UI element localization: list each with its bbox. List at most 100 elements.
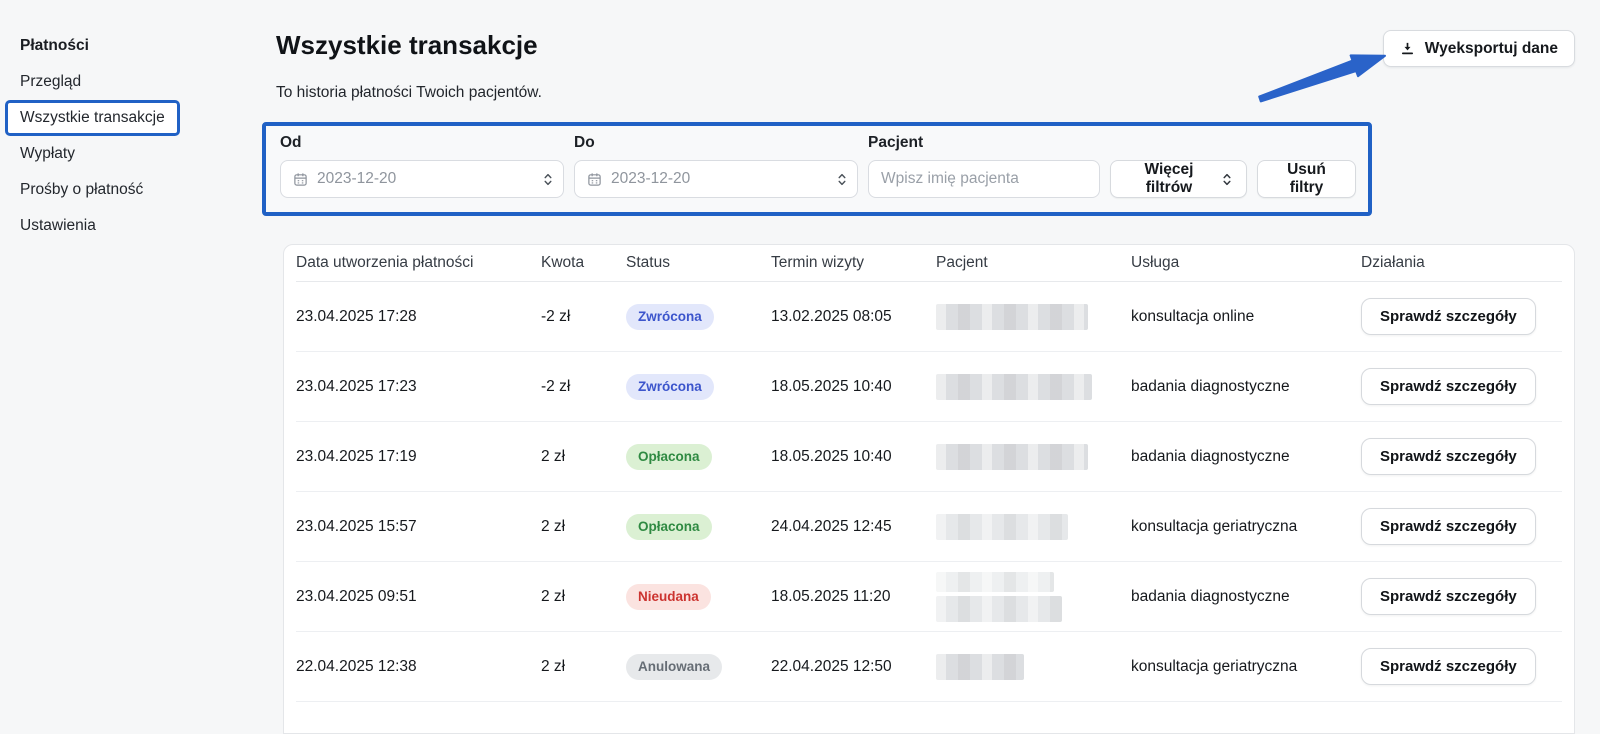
payment-created-cell: 23.04.2025 15:57: [296, 517, 417, 535]
visit-date-cell: 18.05.2025 11:20: [771, 587, 891, 605]
redacted-patient-name: [936, 303, 1088, 330]
redacted-patient-name: [936, 653, 1024, 680]
payment-created-cell: 23.04.2025 09:51: [296, 587, 417, 605]
status-badge: Zwrócona: [626, 373, 714, 400]
sidebar-active-highlight: Wszystkie transakcje: [5, 100, 180, 136]
table-row: 22.04.2025 12:38 2 zł Anulowana 22.04.20…: [296, 632, 1562, 702]
filter-group-od: Od 2023-12-20: [280, 134, 564, 198]
sidebar-item-wszystkie-transakcje[interactable]: Wszystkie transakcje: [0, 100, 262, 136]
visit-date-cell: 18.05.2025 10:40: [771, 447, 892, 465]
export-data-button[interactable]: Wyeksportuj dane: [1382, 30, 1575, 67]
redacted-patient-name: [936, 513, 1068, 540]
patient-redacted: [936, 443, 1131, 470]
service-cell: badania diagnostyczne: [1131, 447, 1290, 465]
details-button[interactable]: Sprawdź szczegóły: [1361, 508, 1536, 545]
export-data-label: Wyeksportuj dane: [1424, 39, 1558, 57]
service-cell: badania diagnostyczne: [1131, 377, 1290, 395]
redacted-patient-name: [936, 595, 1062, 622]
column-header-service: Usługa: [1131, 254, 1180, 271]
details-button[interactable]: Sprawdź szczegóły: [1361, 298, 1536, 335]
download-icon: [1400, 41, 1415, 56]
payment-created-cell: 23.04.2025 17:19: [296, 447, 417, 465]
filter-do-label: Do: [574, 134, 595, 151]
service-cell: konsultacja geriatryczna: [1131, 517, 1298, 535]
payment-created-cell: 22.04.2025 12:38: [296, 657, 417, 675]
clear-filters-label: Usuń filtry: [1287, 161, 1326, 196]
sidebar: Płatności Przegląd Wszystkie transakcje …: [0, 0, 262, 244]
table-row: 23.04.2025 09:51 2 zł Nieudana 18.05.202…: [296, 562, 1562, 632]
table-row: 23.04.2025 17:28 -2 zł Zwrócona 13.02.20…: [296, 282, 1562, 352]
date-to-input[interactable]: 2023-12-20: [574, 160, 858, 198]
amount-cell: 2 zł: [541, 587, 566, 605]
details-button[interactable]: Sprawdź szczegóły: [1361, 648, 1536, 685]
table-row: 23.04.2025 17:23 -2 zł Zwrócona 18.05.20…: [296, 352, 1562, 422]
date-to-value: 2023-12-20: [611, 170, 691, 187]
sidebar-item-przeglad[interactable]: Przegląd: [0, 64, 262, 100]
redacted-patient-name: [936, 373, 1092, 400]
status-badge: Anulowana: [626, 653, 723, 680]
patient-name-input[interactable]: [868, 160, 1100, 198]
date-from-value: 2023-12-20: [317, 170, 397, 187]
sidebar-item-wyplaty[interactable]: Wypłaty: [0, 136, 262, 172]
payment-created-cell: 23.04.2025 17:23: [296, 377, 417, 395]
status-badge: Opłacona: [626, 443, 712, 470]
table-row: 23.04.2025 15:57 2 zł Opłacona 24.04.202…: [296, 492, 1562, 562]
filter-group-pacjent: Pacjent: [868, 134, 1100, 198]
redacted-patient-name: [936, 571, 1054, 592]
service-cell: badania diagnostyczne: [1131, 587, 1290, 605]
sidebar-section-platnosci: Płatności: [20, 37, 89, 54]
up-down-chevrons-icon[interactable]: [837, 172, 847, 187]
filter-od-label: Od: [280, 134, 302, 151]
blue-arrow-annotation-icon: [1258, 54, 1386, 103]
visit-date-cell: 18.05.2025 10:40: [771, 377, 892, 395]
more-filters-button[interactable]: Więcej filtrów: [1110, 160, 1247, 198]
column-header-amount: Kwota: [541, 254, 585, 271]
status-badge: Opłacona: [626, 513, 712, 540]
payments-page: { "sidebar": { "section_title": "Płatnoś…: [0, 0, 1600, 734]
page-subtitle: To historia płatności Twoich pacjentów.: [276, 84, 542, 101]
patient-redacted: [936, 373, 1131, 400]
status-badge: Nieudana: [626, 583, 711, 610]
amount-cell: 2 zł: [541, 657, 566, 675]
redacted-patient-name: [936, 443, 1088, 470]
calendar-icon: [587, 172, 602, 187]
payment-created-cell: 23.04.2025 17:28: [296, 307, 417, 325]
filter-group-do: Do 2023-12-20: [574, 134, 858, 198]
visit-date-cell: 13.02.2025 08:05: [771, 307, 892, 325]
details-button[interactable]: Sprawdź szczegóły: [1361, 438, 1536, 475]
patient-redacted: [936, 653, 1131, 680]
amount-cell: -2 zł: [541, 377, 571, 395]
amount-cell: -2 zł: [541, 307, 571, 325]
transactions-table: Data utworzenia płatności Kwota Status T…: [283, 244, 1575, 734]
patient-redacted: [936, 303, 1131, 330]
column-header-actions: Działania: [1361, 254, 1425, 271]
filters-panel: Od 2023-12-20 Do 2023-12-20 Pacjent Wpis…: [262, 122, 1372, 216]
service-cell: konsultacja geriatryczna: [1131, 657, 1298, 675]
table-row: 23.04.2025 17:19 2 zł Opłacona 18.05.202…: [296, 422, 1562, 492]
amount-cell: 2 zł: [541, 447, 566, 465]
up-down-chevrons-icon: [1222, 172, 1232, 187]
table-body: 23.04.2025 17:28 -2 zł Zwrócona 13.02.20…: [296, 282, 1562, 702]
visit-date-cell: 24.04.2025 12:45: [771, 517, 892, 535]
sidebar-item-ustawienia[interactable]: Ustawienia: [0, 208, 262, 244]
column-header-created: Data utworzenia płatności: [296, 254, 474, 271]
more-filters-label: Więcej filtrów: [1144, 161, 1194, 196]
service-cell: konsultacja online: [1131, 307, 1255, 325]
visit-date-cell: 22.04.2025 12:50: [771, 657, 892, 675]
sidebar-item-prosby-o-platnosc[interactable]: Prośby o płatność: [0, 172, 262, 208]
details-button[interactable]: Sprawdź szczegóły: [1361, 368, 1536, 405]
clear-filters-button[interactable]: Usuń filtry: [1256, 160, 1356, 198]
up-down-chevrons-icon[interactable]: [543, 172, 553, 187]
date-from-input[interactable]: 2023-12-20: [280, 160, 564, 198]
patient-redacted: [936, 571, 1131, 622]
amount-cell: 2 zł: [541, 517, 566, 535]
column-header-patient: Pacjent: [936, 254, 988, 271]
status-badge: Zwrócona: [626, 303, 714, 330]
calendar-icon: [293, 172, 308, 187]
column-header-visit: Termin wizyty: [771, 254, 865, 271]
details-button[interactable]: Sprawdź szczegóły: [1361, 578, 1536, 615]
filter-pacjent-label: Pacjent: [868, 134, 924, 151]
patient-redacted: [936, 513, 1131, 540]
page-title: Wszystkie transakcje: [276, 30, 538, 60]
table-header-row: Data utworzenia płatności Kwota Status T…: [296, 245, 1562, 282]
